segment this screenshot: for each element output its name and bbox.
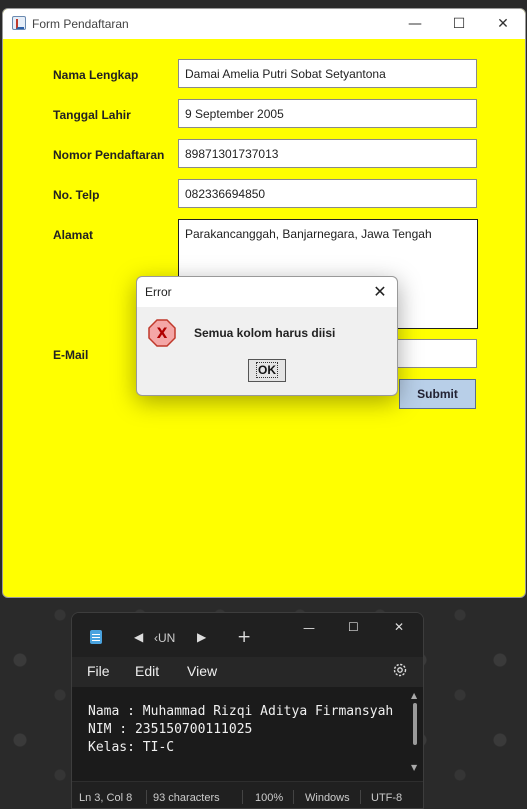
ok-button[interactable]: OK	[248, 359, 286, 382]
menu-edit[interactable]: Edit	[135, 663, 159, 679]
new-tab-icon[interactable]: +	[237, 627, 251, 647]
scroll-thumb[interactable]	[413, 703, 417, 745]
status-character-count: 93 characters	[153, 792, 220, 804]
label-nama-lengkap: Nama Lengkap	[53, 68, 139, 82]
notepad-icon	[90, 630, 102, 644]
submit-button[interactable]: Submit	[399, 379, 476, 409]
label-no-telp: No. Telp	[53, 188, 100, 202]
status-encoding[interactable]: UTF-8	[371, 792, 402, 804]
error-dialog: Error ✕ X Semua kolom harus diisi OK	[136, 276, 398, 396]
error-x-icon: X	[148, 319, 176, 347]
dialog-title: Error	[145, 285, 172, 299]
notepad-editor[interactable]: Nama : Muhammad Rizqi Aditya Firmansyah …	[72, 687, 423, 781]
notepad-minimize-button[interactable]: —	[303, 621, 315, 635]
editor-line: Nama : Muhammad Rizqi Aditya Firmansyah	[88, 704, 394, 719]
settings-gear-icon[interactable]	[391, 661, 409, 679]
label-email: E-Mail	[53, 348, 89, 362]
scroll-down-icon[interactable]: ▼	[411, 763, 417, 772]
form-titlebar: Form Pendaftaran — ☐ ✕	[3, 9, 525, 39]
editor-line: Kelas: TI-C	[88, 740, 175, 755]
nama-lengkap-field[interactable]: Damai Amelia Putri Sobat Setyantona	[178, 59, 477, 88]
status-position: Ln 3, Col 8	[79, 792, 133, 804]
notepad-maximize-button[interactable]: ☐	[348, 620, 359, 634]
label-tanggal-lahir: Tanggal Lahir	[53, 108, 131, 122]
label-alamat: Alamat	[53, 228, 94, 242]
dialog-titlebar: Error ✕	[137, 277, 397, 307]
notepad-menubar	[72, 657, 423, 687]
menu-view[interactable]: View	[187, 663, 217, 679]
nomor-pendaftaran-field[interactable]: 89871301737013	[178, 139, 477, 168]
maximize-button[interactable]: ☐	[437, 13, 481, 35]
minimize-button[interactable]: —	[393, 13, 437, 35]
ok-button-label: OK	[256, 362, 278, 378]
tab-scroll-left-icon[interactable]: ◀	[134, 630, 143, 644]
scroll-up-icon[interactable]: ▲	[411, 691, 417, 700]
notepad-tab-name[interactable]: ‹UN	[154, 631, 175, 645]
menu-file[interactable]: File	[87, 663, 110, 679]
editor-line: NIM : 235150700111025	[88, 722, 253, 737]
status-divider	[242, 790, 243, 804]
status-divider	[360, 790, 361, 804]
status-divider	[146, 790, 147, 804]
status-line-ending[interactable]: Windows	[305, 792, 350, 804]
java-app-icon	[12, 16, 26, 30]
dialog-message: Semua kolom harus diisi	[194, 326, 336, 340]
notepad-statusbar: Ln 3, Col 8 93 characters 100% Windows U…	[72, 781, 423, 808]
label-nomor-pendaftaran: Nomor Pendaftaran	[53, 148, 165, 162]
notepad-window: ◀ ‹UN ▶ + — ☐ ✕ File Edit View Nama : Mu…	[71, 612, 424, 809]
error-icon-text: X	[157, 326, 168, 342]
status-divider	[293, 790, 294, 804]
status-zoom[interactable]: 100%	[255, 792, 283, 804]
notepad-tabbar: ◀ ‹UN ▶ + — ☐ ✕	[72, 613, 423, 657]
form-title: Form Pendaftaran	[32, 17, 129, 31]
tab-scroll-right-icon[interactable]: ▶	[197, 630, 206, 644]
tanggal-lahir-field[interactable]: 9 September 2005	[178, 99, 477, 128]
close-button[interactable]: ✕	[481, 13, 525, 35]
vertical-scrollbar[interactable]: ▲ ▼	[411, 691, 419, 773]
notepad-close-button[interactable]: ✕	[394, 620, 404, 634]
dialog-close-button[interactable]: ✕	[369, 281, 391, 303]
no-telp-field[interactable]: 082336694850	[178, 179, 477, 208]
